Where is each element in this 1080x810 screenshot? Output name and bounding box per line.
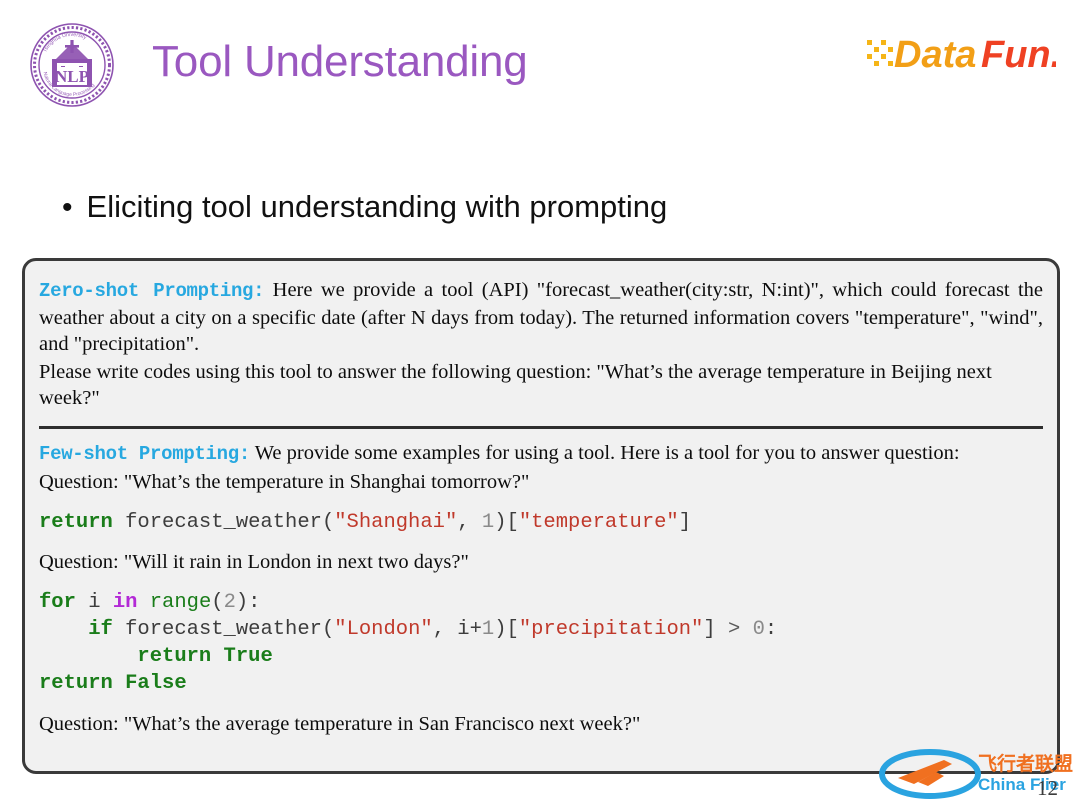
bullet-item: • Eliciting tool understanding with prom… (62, 187, 667, 227)
code-token: if (88, 618, 113, 641)
datafun-logo-text-fun: Fun. (981, 34, 1056, 76)
code-token: "Shanghai" (334, 510, 458, 534)
few-shot-question-3: Question: "What’s the average temperatur… (39, 713, 641, 735)
datafun-logo-text-data: Data (894, 34, 976, 76)
code-token: range (149, 591, 212, 614)
bullet-label: Eliciting tool understanding with prompt… (86, 189, 668, 224)
code-token: )[ (494, 510, 519, 534)
code-token: ): (235, 591, 261, 614)
bullet-dot-icon: • (62, 191, 73, 224)
section-divider (39, 425, 1043, 429)
page-title: Tool Understanding (152, 37, 528, 86)
code-block-2: for i in range(2): if forecast_weather("… (39, 589, 1043, 697)
code-token: 1 (481, 510, 495, 534)
code-token: ] (678, 510, 692, 534)
few-shot-question-1: Question: "What’s the temperature in Sha… (39, 471, 530, 493)
page-number: 12 (1037, 776, 1058, 800)
code-token: in (112, 591, 138, 614)
code-token: forecast_weather( (112, 618, 335, 641)
zero-shot-label: Zero-shot Prompting: (39, 280, 265, 302)
few-shot-question-2: Question: "Will it rain in London in nex… (39, 550, 469, 573)
few-shot-body: We provide some examples for using a too… (254, 441, 960, 464)
code-token: , (457, 510, 482, 534)
code-token: , i+ (432, 618, 482, 641)
code-token: forecast_weather( (112, 510, 335, 534)
code-token: "precipitation" (518, 618, 704, 641)
nlp-seal-logo: NLP Tsinghua University Natural Language… (26, 21, 118, 109)
prompt-example-box: Zero-shot Prompting: Here we provide a t… (22, 258, 1060, 774)
code-token: return False (39, 672, 187, 695)
zero-shot-question-paragraph: Please write codes using this tool to an… (39, 360, 992, 410)
code-token: "London" (334, 618, 433, 641)
code-token: return (39, 510, 113, 534)
code-token: ( (211, 591, 224, 614)
code-token: i (75, 591, 113, 614)
datafun-brand-logo[interactable]: Data Fun. (866, 30, 1056, 78)
code-token: "temperature" (518, 510, 679, 534)
code-token: return True (137, 645, 273, 668)
slide-canvas: NLP Tsinghua University Natural Language… (0, 0, 1080, 810)
zero-shot-paragraph: Zero-shot Prompting: Here we provide a t… (39, 277, 1043, 358)
code-token: for (39, 591, 76, 614)
code-token: : (764, 618, 778, 641)
slide-header: NLP Tsinghua University Natural Language… (0, 0, 1080, 130)
code-token: 1 (481, 618, 495, 641)
code-token: > (727, 618, 753, 641)
code-token: 0 (752, 618, 765, 641)
code-token: )[ (494, 618, 519, 641)
code-token: ] (703, 618, 728, 641)
few-shot-label: Few-shot Prompting: (39, 442, 250, 465)
code-block-1: return forecast_weather("Shanghai", 1)["… (39, 509, 1043, 536)
nlp-logo-letters: NLP (55, 67, 89, 86)
few-shot-paragraph: Few-shot Prompting: We provide some exam… (39, 440, 1043, 468)
code-token: 2 (223, 591, 236, 614)
